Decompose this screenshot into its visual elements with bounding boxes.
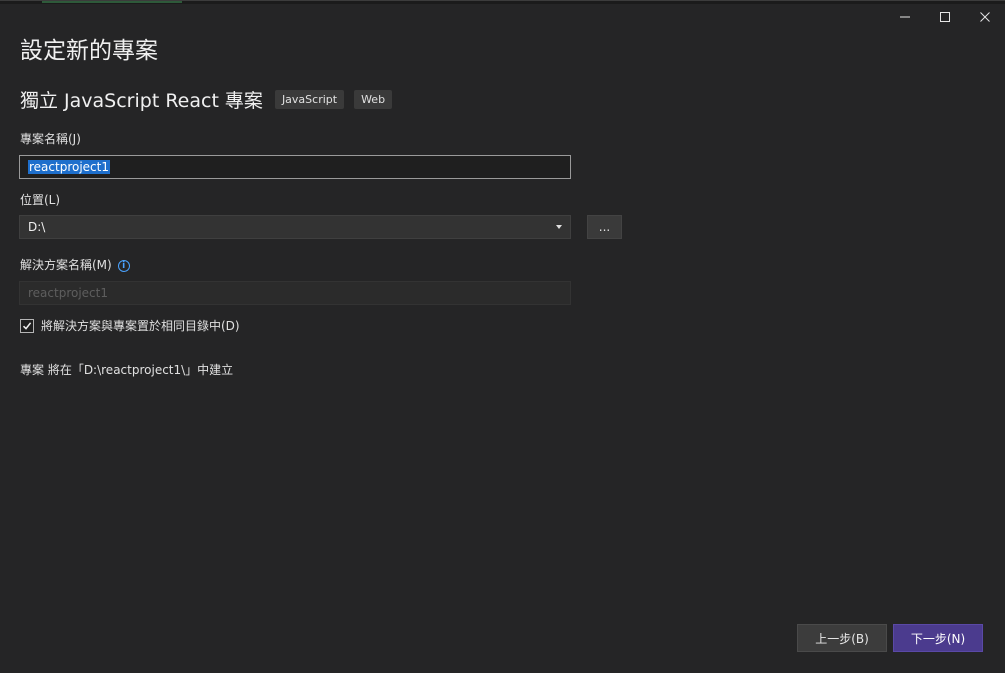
maximize-button[interactable] (925, 3, 965, 31)
project-location-summary: 專案 將在「D:\reactproject1\」中建立 (20, 363, 234, 377)
close-button[interactable] (965, 3, 1005, 31)
same-directory-label: 將解決方案與專案置於相同目錄中(D) (41, 319, 240, 333)
next-button[interactable]: 下一步(N) (893, 624, 983, 652)
project-name-value: reactproject1 (28, 160, 110, 174)
minimize-icon (900, 16, 910, 18)
project-name-label: 專案名稱(J) (20, 132, 81, 146)
caption-buttons (885, 3, 1005, 31)
browse-button[interactable]: ... (587, 215, 622, 239)
checkmark-icon (22, 321, 32, 330)
minimize-button[interactable] (885, 3, 925, 31)
configure-project-dialog: 設定新的專案 獨立 JavaScript React 專案 JavaScript… (0, 0, 1005, 673)
top-strip-accent (42, 1, 182, 3)
back-button[interactable]: 上一步(B) (797, 624, 887, 652)
project-name-input[interactable]: reactproject1 (19, 155, 571, 179)
top-strip (0, 1, 1005, 4)
same-directory-checkbox[interactable] (20, 318, 34, 333)
template-name: 獨立 JavaScript React 專案 (20, 90, 263, 112)
tag-web: Web (354, 90, 393, 109)
close-icon (980, 12, 990, 22)
location-dropdown[interactable]: D:\ (19, 215, 571, 239)
solution-name-label-row: 解決方案名稱(M) i (20, 256, 130, 273)
template-row: 獨立 JavaScript React 專案 JavaScript Web (20, 86, 393, 113)
solution-name-placeholder: reactproject1 (28, 286, 108, 300)
same-directory-row: 將解決方案與專案置於相同目錄中(D) (20, 317, 240, 334)
tag-javascript: JavaScript (274, 90, 345, 109)
chevron-down-icon (556, 225, 562, 229)
maximize-icon (940, 12, 950, 22)
location-label: 位置(L) (20, 193, 61, 207)
solution-name-input: reactproject1 (19, 281, 571, 305)
info-icon[interactable]: i (117, 259, 130, 272)
location-value: D:\ (28, 220, 46, 234)
page-title: 設定新的專案 (20, 38, 158, 64)
solution-name-label: 解決方案名稱(M) (20, 258, 112, 272)
